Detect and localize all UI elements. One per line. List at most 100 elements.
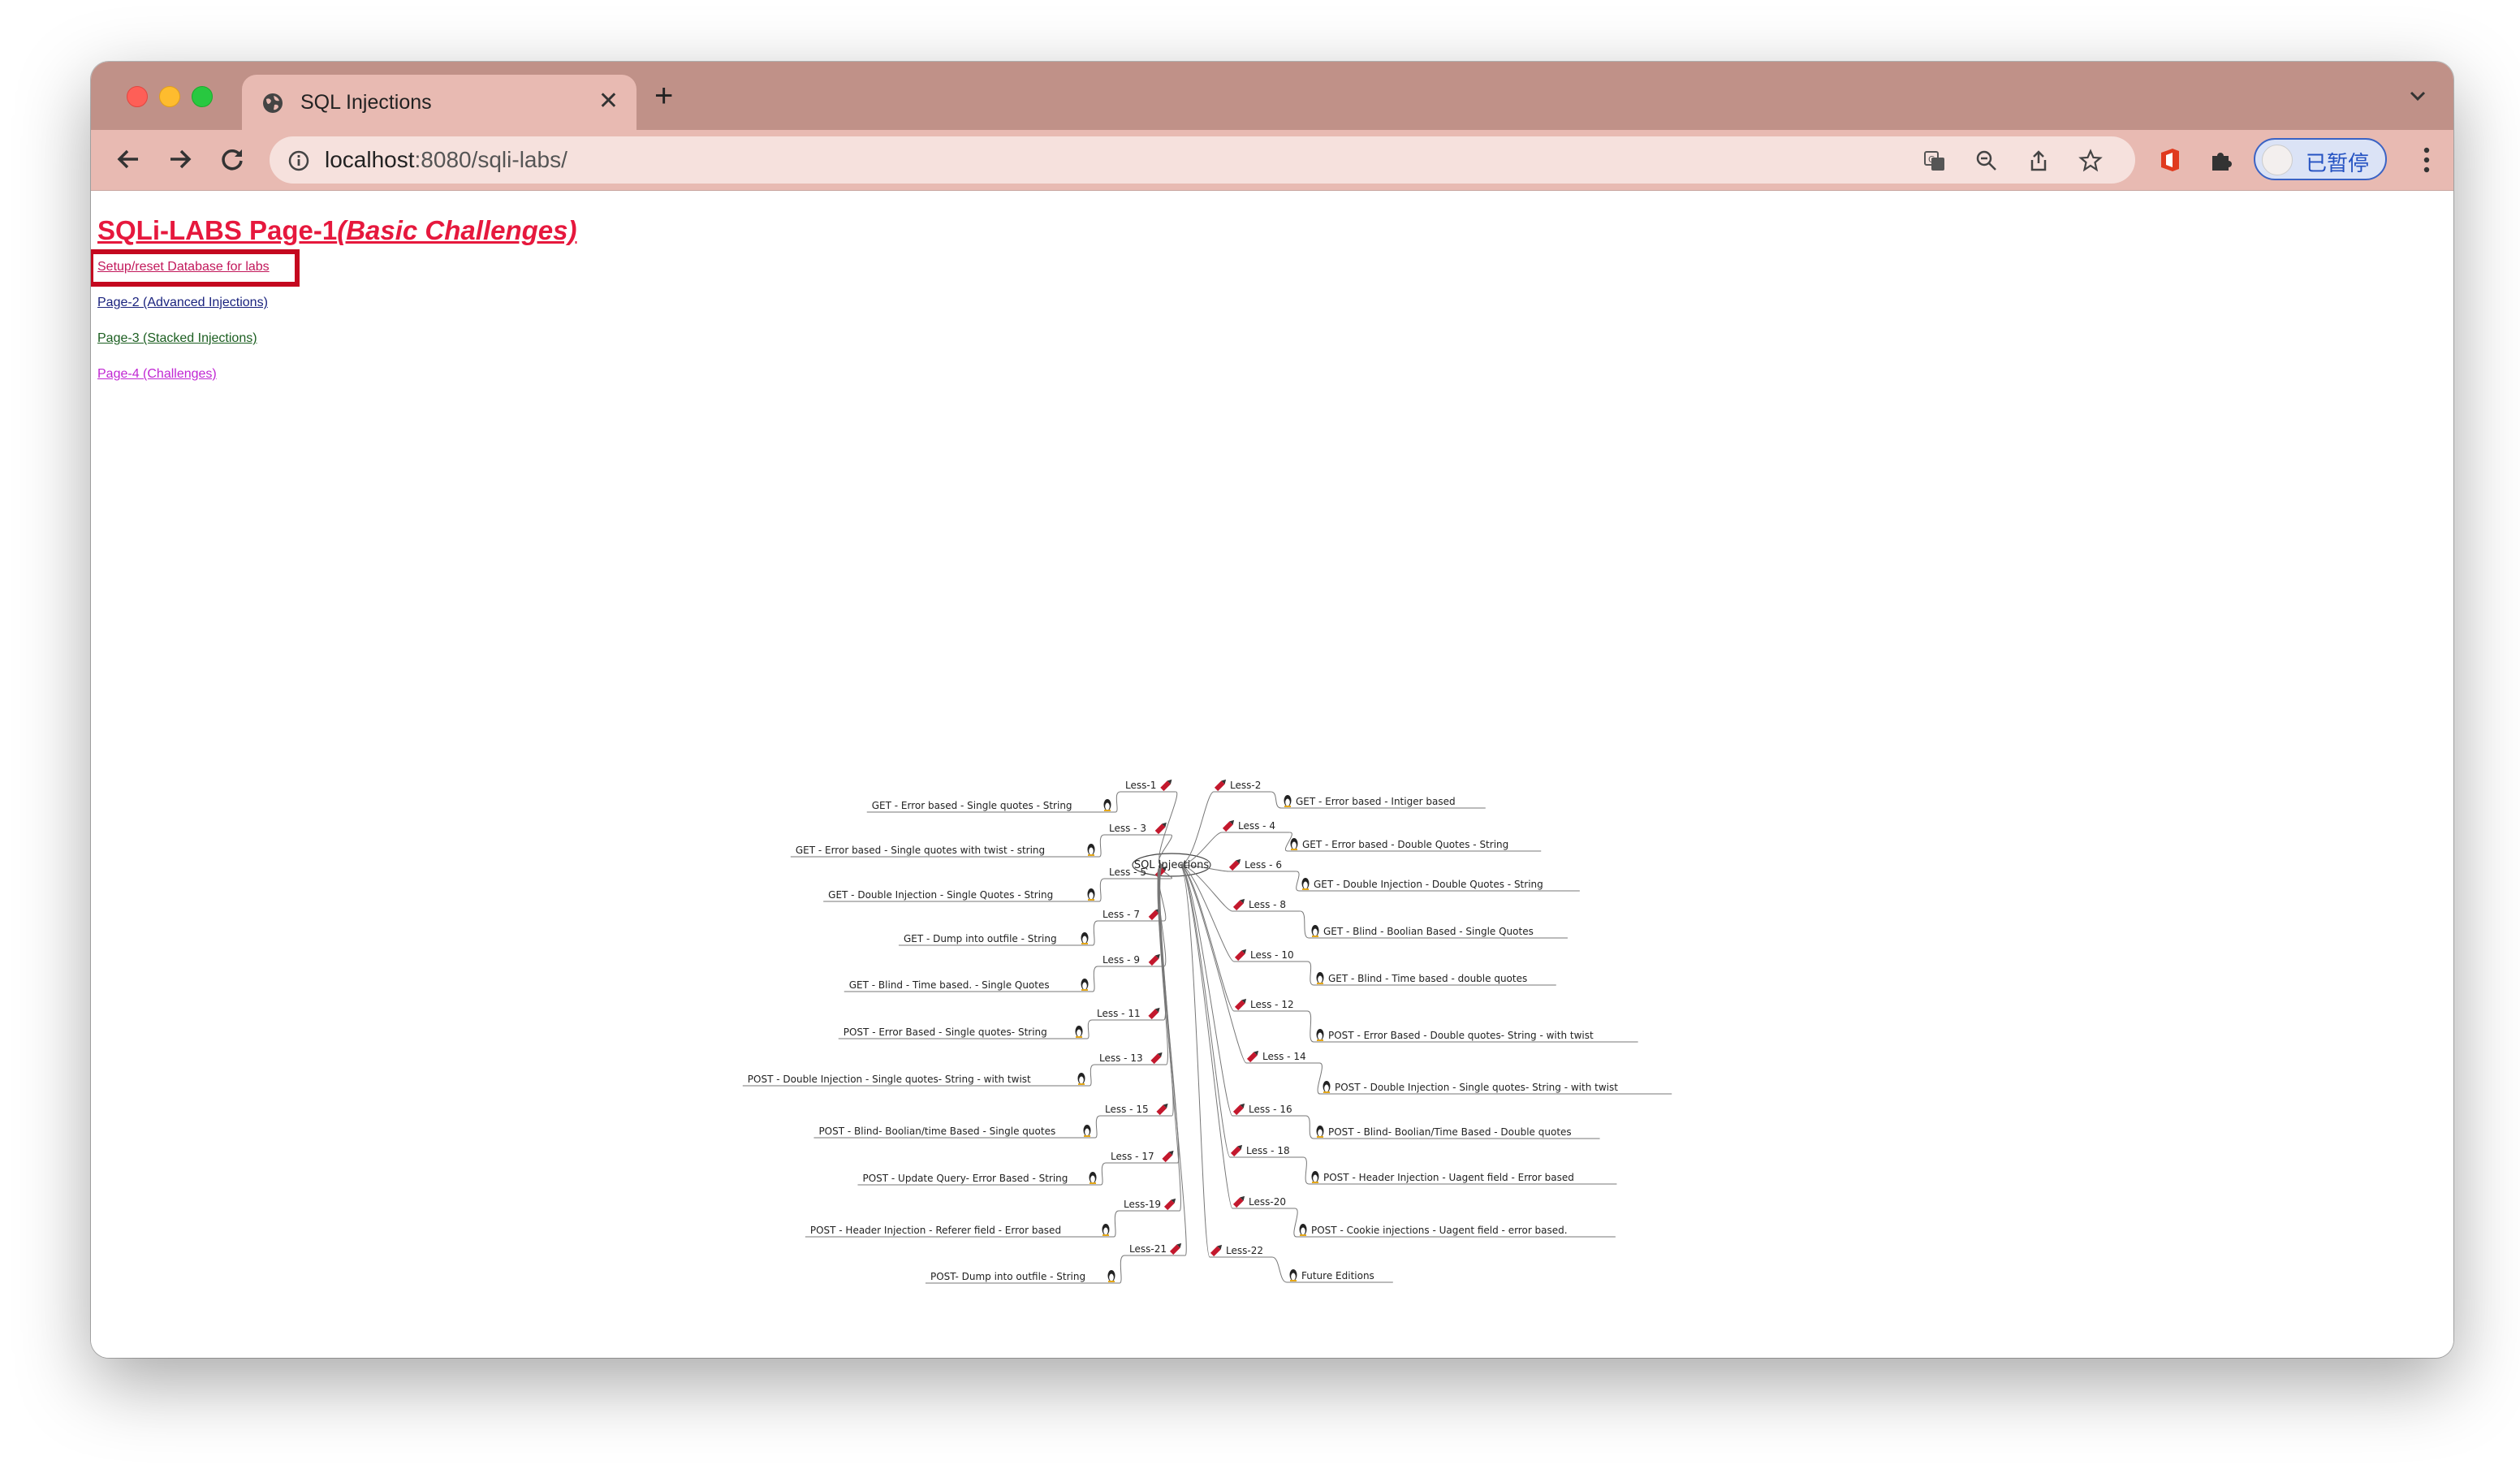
tab-sql-injections[interactable]: SQL Injections ✕ [242,75,636,130]
challenge-label: GET - Error based - Double Quotes - Stri… [1302,839,1508,850]
challenge-label: GET - Dump into outfile - String [904,933,1057,944]
challenge-label: GET - Double Injection - Double Quotes -… [1314,879,1543,890]
linux-icon [1089,1172,1097,1184]
less-label: Less - 17 [1111,1151,1154,1162]
bookmark-star-icon[interactable] [2078,149,2103,173]
linux-icon [1289,1269,1297,1281]
new-tab-button[interactable]: + [654,78,673,114]
pencil-icon [1154,822,1167,835]
pencil-icon [1162,1150,1174,1163]
less-label: Less-1 [1125,780,1156,791]
less-label: Less - 13 [1099,1052,1143,1064]
forward-arrow-icon[interactable] [166,145,195,174]
sql-injections-mindmap: Less-1 GET - Error based - Single quotes … [742,779,1672,1284]
challenge-label: GET - Blind - Boolian Based - Single Quo… [1323,926,1534,937]
linux-icon [1316,1029,1324,1041]
zoom-out-icon[interactable] [1974,149,1999,173]
linux-icon [1316,972,1324,984]
branch-line [1159,864,1187,1256]
globe-icon [263,93,283,113]
sub-branch-line [1086,1019,1093,1039]
challenge-label: GET - Blind - Time based. - Single Quote… [849,979,1050,991]
sub-branch-line [1092,966,1098,992]
browser-toolbar: localhost:8080/sqli-labs/ G 已暂停 [91,130,2453,190]
linux-icon [1311,925,1319,937]
less-label: Less - 6 [1245,859,1282,871]
office-extension-icon[interactable] [2156,146,2184,174]
less-label: Less - 11 [1097,1008,1141,1019]
pencil-icon [1214,779,1227,792]
linux-icon [1081,979,1089,991]
svg-text:G: G [1928,154,1935,165]
linux-icon [1284,795,1292,807]
pencil-icon [1232,898,1245,911]
reload-icon[interactable] [218,145,247,174]
chevron-down-icon[interactable] [2406,84,2429,107]
pencil-icon [1150,1052,1163,1065]
more-menu-icon[interactable] [2423,146,2431,174]
share-icon[interactable] [2026,149,2051,173]
url-path: :8080/sqli-labs/ [414,147,567,172]
profile-button[interactable]: 已暂停 [2254,138,2387,180]
pencil-icon [1232,1195,1245,1208]
sub-branch-line [1303,1156,1310,1185]
puzzle-extensions-icon[interactable] [2208,146,2236,174]
url-text[interactable]: localhost:8080/sqli-labs/ [325,147,567,173]
linux-icon [1102,1224,1110,1236]
less-label: Less-22 [1226,1245,1263,1256]
linux-icon [1301,878,1310,890]
less-label: Less - 15 [1105,1104,1149,1115]
linux-icon [1107,1270,1115,1282]
pencil-icon [1148,1007,1160,1020]
less-label: Less - 10 [1250,949,1294,961]
less-label: Less - 18 [1246,1145,1290,1156]
challenge-label: POST - Update Query- Error Based - Strin… [862,1173,1068,1184]
sub-branch-line [1089,1064,1095,1087]
window-maximize-button[interactable] [192,86,213,107]
challenge-label: Future Editions [1301,1270,1374,1281]
window-minimize-button[interactable] [159,86,180,107]
pencil-icon [1232,1103,1245,1116]
sub-branch-line [1098,878,1105,902]
pencil-icon [1230,1144,1243,1157]
back-arrow-icon[interactable] [114,145,143,174]
challenge-label: GET - Error based - Intiger based [1296,796,1456,807]
linux-icon [1299,1224,1307,1236]
pencil-icon [1228,858,1241,871]
sub-branch-line [1307,1010,1314,1043]
less-label: Less-21 [1129,1243,1167,1255]
avatar [2262,145,2293,175]
linux-icon [1103,799,1111,811]
tab-strip: SQL Injections ✕ + [91,62,2453,130]
less-label: Less - 14 [1262,1051,1306,1062]
linux-icon [1077,1073,1085,1085]
profile-status-label: 已暂停 [2306,151,2370,175]
sub-branch-line [1271,791,1282,809]
address-bar[interactable]: localhost:8080/sqli-labs/ G [270,136,2135,184]
pencil-icon [1156,1103,1168,1116]
sub-branch-line [1296,871,1300,892]
challenge-label: POST - Error Based - Single quotes- Stri… [844,1026,1047,1038]
challenge-label: POST - Error Based - Double quotes- Stri… [1328,1030,1594,1041]
less-label: Less - 16 [1249,1104,1292,1115]
less-label: Less - 12 [1250,999,1294,1010]
window-close-button[interactable] [127,86,148,107]
less-label: Less - 9 [1102,954,1140,966]
info-icon[interactable] [287,149,310,172]
challenge-label: POST - Header Injection - Referer field … [810,1225,1061,1236]
sub-branch-line [1119,1255,1125,1284]
url-host: localhost [325,147,415,172]
sub-branch-line [1092,920,1098,946]
sub-branch-line [1300,910,1310,939]
branch-line [1179,864,1235,962]
less-label: Less-2 [1230,780,1261,791]
pencil-icon [1234,998,1247,1011]
challenge-label: POST - Cookie injections - Uagent field … [1311,1225,1568,1236]
less-label: Less - 3 [1109,823,1146,834]
pencil-icon [1222,819,1235,832]
challenge-label: GET - Error based - Single quotes with t… [796,845,1045,856]
sub-branch-line [1317,1062,1323,1095]
translate-icon[interactable]: G [1922,149,1947,173]
sub-branch-line [1293,1208,1298,1238]
tab-close-icon[interactable]: ✕ [598,88,619,115]
